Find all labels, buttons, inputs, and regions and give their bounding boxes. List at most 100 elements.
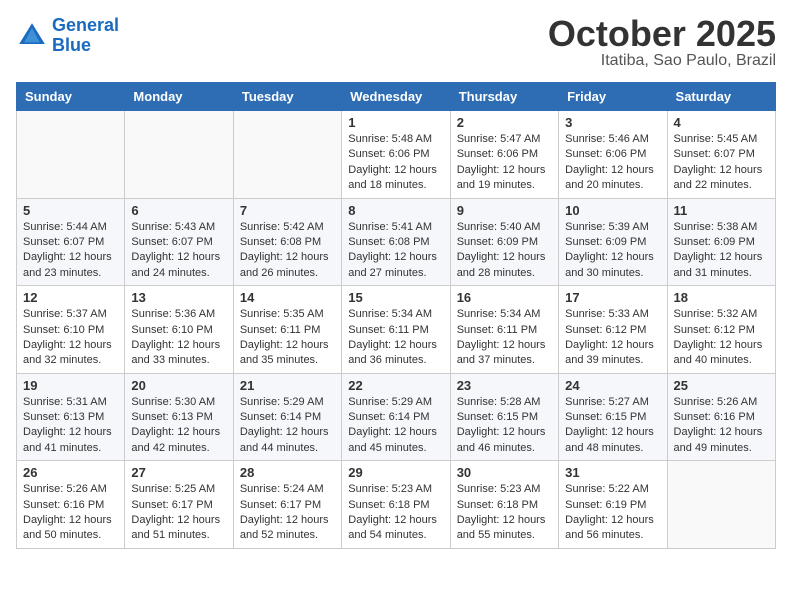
calendar-week-2: 5 Sunrise: 5:44 AM Sunset: 6:07 PM Dayli… [17, 198, 776, 286]
calendar-cell: 13 Sunrise: 5:36 AM Sunset: 6:10 PM Dayl… [125, 286, 233, 374]
sunrise-text: Sunrise: 5:34 AM [348, 307, 443, 322]
sunrise-text: Sunrise: 5:26 AM [674, 395, 769, 410]
daylight-text: Daylight: 12 hours and 45 minutes. [348, 425, 443, 456]
sunrise-text: Sunrise: 5:23 AM [457, 482, 552, 497]
sunset-text: Sunset: 6:11 PM [457, 323, 552, 338]
sunset-text: Sunset: 6:13 PM [23, 410, 118, 425]
daylight-text: Daylight: 12 hours and 32 minutes. [23, 338, 118, 369]
day-number: 21 [240, 378, 335, 393]
daylight-text: Daylight: 12 hours and 33 minutes. [131, 338, 226, 369]
cell-content: Sunrise: 5:35 AM Sunset: 6:11 PM Dayligh… [240, 307, 335, 369]
daylight-text: Daylight: 12 hours and 46 minutes. [457, 425, 552, 456]
sunrise-text: Sunrise: 5:29 AM [240, 395, 335, 410]
calendar-cell: 7 Sunrise: 5:42 AM Sunset: 6:08 PM Dayli… [233, 198, 341, 286]
cell-content: Sunrise: 5:40 AM Sunset: 6:09 PM Dayligh… [457, 220, 552, 282]
sunrise-text: Sunrise: 5:43 AM [131, 220, 226, 235]
sunrise-text: Sunrise: 5:29 AM [348, 395, 443, 410]
calendar-cell: 22 Sunrise: 5:29 AM Sunset: 6:14 PM Dayl… [342, 373, 450, 461]
sunset-text: Sunset: 6:08 PM [240, 235, 335, 250]
cell-content: Sunrise: 5:24 AM Sunset: 6:17 PM Dayligh… [240, 482, 335, 544]
daylight-text: Daylight: 12 hours and 44 minutes. [240, 425, 335, 456]
sunrise-text: Sunrise: 5:36 AM [131, 307, 226, 322]
sunset-text: Sunset: 6:15 PM [457, 410, 552, 425]
daylight-text: Daylight: 12 hours and 48 minutes. [565, 425, 660, 456]
calendar-week-5: 26 Sunrise: 5:26 AM Sunset: 6:16 PM Dayl… [17, 461, 776, 549]
cell-content: Sunrise: 5:23 AM Sunset: 6:18 PM Dayligh… [457, 482, 552, 544]
day-number: 8 [348, 203, 443, 218]
sunset-text: Sunset: 6:12 PM [565, 323, 660, 338]
day-number: 4 [674, 115, 769, 130]
sunset-text: Sunset: 6:19 PM [565, 498, 660, 513]
day-number: 23 [457, 378, 552, 393]
calendar-cell: 25 Sunrise: 5:26 AM Sunset: 6:16 PM Dayl… [667, 373, 775, 461]
sunrise-text: Sunrise: 5:35 AM [240, 307, 335, 322]
cell-content: Sunrise: 5:41 AM Sunset: 6:08 PM Dayligh… [348, 220, 443, 282]
sunrise-text: Sunrise: 5:47 AM [457, 132, 552, 147]
cell-content: Sunrise: 5:29 AM Sunset: 6:14 PM Dayligh… [348, 395, 443, 457]
sunset-text: Sunset: 6:11 PM [240, 323, 335, 338]
calendar-cell: 14 Sunrise: 5:35 AM Sunset: 6:11 PM Dayl… [233, 286, 341, 374]
daylight-text: Daylight: 12 hours and 19 minutes. [457, 163, 552, 194]
cell-content: Sunrise: 5:44 AM Sunset: 6:07 PM Dayligh… [23, 220, 118, 282]
calendar-cell [667, 461, 775, 549]
daylight-text: Daylight: 12 hours and 42 minutes. [131, 425, 226, 456]
cell-content: Sunrise: 5:33 AM Sunset: 6:12 PM Dayligh… [565, 307, 660, 369]
day-number: 1 [348, 115, 443, 130]
sunrise-text: Sunrise: 5:32 AM [674, 307, 769, 322]
calendar-cell: 10 Sunrise: 5:39 AM Sunset: 6:09 PM Dayl… [559, 198, 667, 286]
cell-content: Sunrise: 5:36 AM Sunset: 6:10 PM Dayligh… [131, 307, 226, 369]
daylight-text: Daylight: 12 hours and 39 minutes. [565, 338, 660, 369]
cell-content: Sunrise: 5:34 AM Sunset: 6:11 PM Dayligh… [457, 307, 552, 369]
day-number: 22 [348, 378, 443, 393]
day-number: 9 [457, 203, 552, 218]
weekday-header-friday: Friday [559, 83, 667, 111]
sunrise-text: Sunrise: 5:34 AM [457, 307, 552, 322]
daylight-text: Daylight: 12 hours and 30 minutes. [565, 250, 660, 281]
sunset-text: Sunset: 6:11 PM [348, 323, 443, 338]
logo: General Blue [16, 16, 119, 56]
sunrise-text: Sunrise: 5:38 AM [674, 220, 769, 235]
daylight-text: Daylight: 12 hours and 27 minutes. [348, 250, 443, 281]
day-number: 13 [131, 290, 226, 305]
location: Itatiba, Sao Paulo, Brazil [548, 52, 776, 70]
logo-icon [16, 20, 48, 52]
daylight-text: Daylight: 12 hours and 52 minutes. [240, 513, 335, 544]
sunrise-text: Sunrise: 5:27 AM [565, 395, 660, 410]
sunrise-text: Sunrise: 5:24 AM [240, 482, 335, 497]
sunrise-text: Sunrise: 5:33 AM [565, 307, 660, 322]
calendar-cell: 11 Sunrise: 5:38 AM Sunset: 6:09 PM Dayl… [667, 198, 775, 286]
sunset-text: Sunset: 6:06 PM [457, 147, 552, 162]
day-number: 11 [674, 203, 769, 218]
calendar-cell [17, 111, 125, 199]
daylight-text: Daylight: 12 hours and 26 minutes. [240, 250, 335, 281]
sunset-text: Sunset: 6:07 PM [674, 147, 769, 162]
cell-content: Sunrise: 5:34 AM Sunset: 6:11 PM Dayligh… [348, 307, 443, 369]
sunrise-text: Sunrise: 5:46 AM [565, 132, 660, 147]
calendar-cell: 29 Sunrise: 5:23 AM Sunset: 6:18 PM Dayl… [342, 461, 450, 549]
day-number: 17 [565, 290, 660, 305]
calendar-cell: 21 Sunrise: 5:29 AM Sunset: 6:14 PM Dayl… [233, 373, 341, 461]
sunset-text: Sunset: 6:14 PM [348, 410, 443, 425]
day-number: 26 [23, 465, 118, 480]
cell-content: Sunrise: 5:23 AM Sunset: 6:18 PM Dayligh… [348, 482, 443, 544]
calendar-header-row: SundayMondayTuesdayWednesdayThursdayFrid… [17, 83, 776, 111]
calendar-cell: 12 Sunrise: 5:37 AM Sunset: 6:10 PM Dayl… [17, 286, 125, 374]
calendar-cell: 3 Sunrise: 5:46 AM Sunset: 6:06 PM Dayli… [559, 111, 667, 199]
sunset-text: Sunset: 6:17 PM [131, 498, 226, 513]
title-block: October 2025 Itatiba, Sao Paulo, Brazil [548, 16, 776, 70]
calendar-week-3: 12 Sunrise: 5:37 AM Sunset: 6:10 PM Dayl… [17, 286, 776, 374]
calendar-cell: 24 Sunrise: 5:27 AM Sunset: 6:15 PM Dayl… [559, 373, 667, 461]
cell-content: Sunrise: 5:25 AM Sunset: 6:17 PM Dayligh… [131, 482, 226, 544]
day-number: 25 [674, 378, 769, 393]
calendar-cell: 16 Sunrise: 5:34 AM Sunset: 6:11 PM Dayl… [450, 286, 558, 374]
daylight-text: Daylight: 12 hours and 31 minutes. [674, 250, 769, 281]
weekday-header-saturday: Saturday [667, 83, 775, 111]
daylight-text: Daylight: 12 hours and 55 minutes. [457, 513, 552, 544]
cell-content: Sunrise: 5:31 AM Sunset: 6:13 PM Dayligh… [23, 395, 118, 457]
calendar-cell: 28 Sunrise: 5:24 AM Sunset: 6:17 PM Dayl… [233, 461, 341, 549]
day-number: 12 [23, 290, 118, 305]
daylight-text: Daylight: 12 hours and 50 minutes. [23, 513, 118, 544]
day-number: 30 [457, 465, 552, 480]
weekday-header-monday: Monday [125, 83, 233, 111]
calendar-cell: 15 Sunrise: 5:34 AM Sunset: 6:11 PM Dayl… [342, 286, 450, 374]
